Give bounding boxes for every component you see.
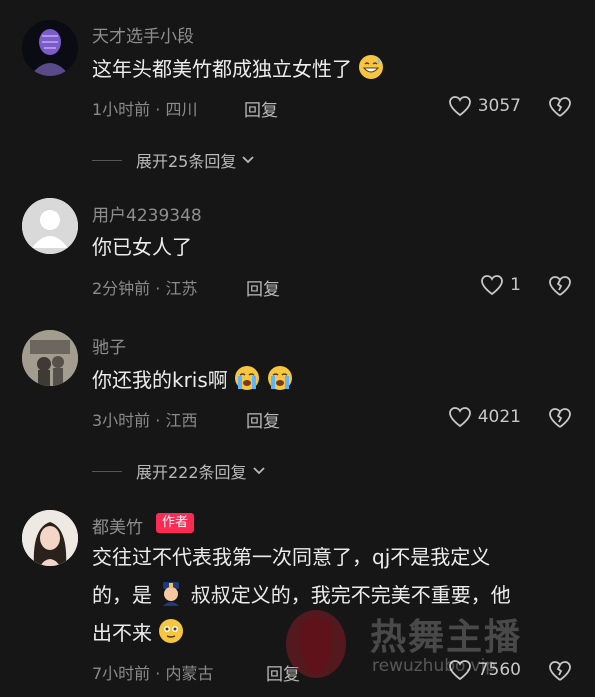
broken-heart-icon[interactable] bbox=[547, 95, 573, 119]
divider bbox=[92, 470, 122, 472]
reply-button[interactable]: 回复 bbox=[246, 275, 280, 300]
reply-button[interactable]: 回复 bbox=[246, 407, 280, 432]
avatar[interactable] bbox=[22, 330, 78, 386]
avatar[interactable] bbox=[22, 20, 78, 76]
expand-replies-button[interactable]: 展开222条回复 bbox=[92, 459, 267, 483]
loudly-crying-emoji bbox=[234, 365, 260, 399]
like-button[interactable]: 4021 bbox=[448, 406, 521, 428]
username[interactable]: 驰子 bbox=[92, 333, 126, 358]
comment-text: 你已女人了 bbox=[92, 235, 192, 259]
username[interactable]: 都美竹 bbox=[92, 513, 143, 538]
police-officer-emoji bbox=[158, 580, 184, 614]
avatar[interactable] bbox=[22, 510, 78, 566]
username[interactable]: 天才选手小段 bbox=[92, 22, 194, 47]
loudly-crying-emoji bbox=[267, 365, 293, 399]
heart-icon bbox=[448, 407, 471, 428]
grinning-sweat-emoji bbox=[358, 54, 384, 88]
like-button[interactable]: 3057 bbox=[448, 95, 521, 117]
avatar[interactable] bbox=[22, 198, 78, 254]
author-badge: 作者 bbox=[156, 513, 195, 533]
watermark-text: 热舞主播 bbox=[370, 617, 523, 658]
broken-heart-icon[interactable] bbox=[547, 406, 573, 430]
comment-text-line-3: 出不来 bbox=[92, 618, 184, 652]
watermark-logo-icon bbox=[286, 610, 346, 678]
comment-text-line-1: 交往过不代表我第一次同意了，qj不是我定义 bbox=[92, 545, 491, 569]
like-count: 3057 bbox=[477, 96, 521, 116]
username[interactable]: 用户4239348 bbox=[92, 201, 202, 226]
time-location: 7小时前 · 内蒙古 bbox=[92, 664, 214, 683]
divider bbox=[92, 159, 122, 161]
time-location: 2分钟前 · 江苏 bbox=[92, 279, 198, 298]
like-button[interactable]: 1 bbox=[480, 274, 521, 296]
like-count: 4021 bbox=[477, 407, 521, 427]
comment-text: 这年头都美竹都成独立女性了 bbox=[92, 54, 384, 88]
heart-icon bbox=[448, 96, 471, 117]
comment-text: 你还我的kris啊 bbox=[92, 365, 293, 399]
flushed-smile-emoji bbox=[158, 618, 184, 652]
chevron-down-icon bbox=[242, 156, 255, 164]
expand-replies-label: 展开222条回复 bbox=[136, 463, 247, 482]
chevron-down-icon bbox=[252, 467, 265, 475]
watermark-url: rewuzhubo.vip bbox=[372, 656, 497, 676]
like-count: 1 bbox=[510, 275, 521, 295]
time-location: 3小时前 · 江西 bbox=[92, 411, 198, 430]
heart-icon bbox=[481, 275, 504, 296]
broken-heart-icon[interactable] bbox=[547, 274, 573, 298]
expand-replies-label: 展开25条回复 bbox=[136, 152, 237, 171]
time-location: 1小时前 · 四川 bbox=[92, 100, 198, 119]
reply-button[interactable]: 回复 bbox=[244, 96, 278, 121]
broken-heart-icon[interactable] bbox=[547, 659, 573, 683]
expand-replies-button[interactable]: 展开25条回复 bbox=[92, 148, 256, 172]
